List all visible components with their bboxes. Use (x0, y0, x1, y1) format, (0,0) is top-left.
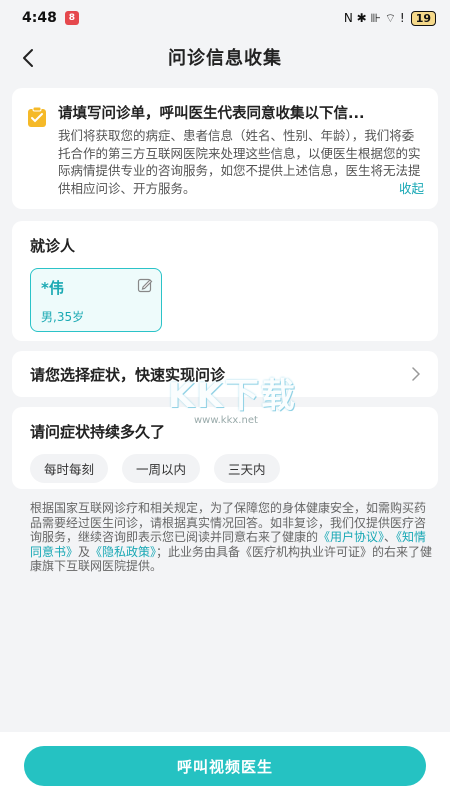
battery-indicator: 19 (410, 10, 436, 26)
notification-badge: 8 (64, 11, 79, 25)
duration-section: 请问症状持续多久了 每时每刻 一周以内 三天内 (12, 407, 438, 489)
symptom-label: 请您选择症状，快速实现问诊 (30, 365, 226, 384)
duration-option[interactable]: 一周以内 (122, 454, 201, 483)
patient-meta: 男,35岁 (41, 310, 85, 324)
notice-body: 我们将获取您的病症、患者信息（姓名、性别、年龄），我们将委托合作的第三方互联网医… (58, 127, 424, 197)
legal-separator: 及 (78, 544, 91, 559)
legal-notice: 根据国家互联网诊疗和相关规定，为了保障您的身体健康安全，如需购买药品需要经过医生… (30, 501, 436, 574)
navbar: 问诊信息收集 (0, 36, 450, 78)
duration-option[interactable]: 三天内 (214, 454, 280, 483)
duration-title: 请问症状持续多久了 (30, 423, 166, 441)
symptom-selector-row[interactable]: 请您选择症状，快速实现问诊 (12, 351, 438, 397)
notice-body-text: 我们将获取您的病症、患者信息（姓名、性别、年龄），我们将委托合作的第三方互联网医… (58, 128, 421, 196)
duration-options: 每时每刻 一周以内 三天内 (30, 454, 420, 483)
back-button[interactable] (14, 44, 42, 72)
patient-section-title: 就诊人 (30, 237, 76, 255)
bottom-bar: 呼叫视频医生 (0, 732, 450, 800)
clipboard-icon (28, 106, 46, 127)
chevron-left-icon (23, 49, 33, 67)
duration-option[interactable]: 每时每刻 (30, 454, 109, 483)
page-title: 问诊信息收集 (168, 48, 282, 69)
patient-section: 就诊人 *伟 男,35岁 (12, 221, 438, 341)
edit-icon[interactable] (137, 277, 153, 293)
privacy-policy-link[interactable]: 《隐私政策》 (90, 545, 156, 559)
status-bar: 4:48 8 N ✱ ⊪ ⌔ ! 19 (0, 0, 450, 36)
user-agreement-link[interactable]: 《用户协议》 (318, 530, 384, 544)
status-left: 4:48 8 (22, 10, 79, 26)
collapse-link[interactable]: 收起 (399, 180, 424, 198)
notice-title: 请填写问诊单，呼叫医生代表同意收集以下信... (58, 106, 365, 122)
status-right: N ✱ ⊪ ⌔ ! 19 (343, 10, 436, 26)
legal-separator: 、 (384, 530, 397, 544)
chevron-right-icon (412, 367, 420, 381)
patient-chip[interactable]: *伟 男,35岁 (30, 268, 162, 332)
patient-name: *伟 (41, 279, 64, 297)
call-video-doctor-button[interactable]: 呼叫视频医生 (24, 746, 426, 786)
consent-notice-card: 请填写问诊单，呼叫医生代表同意收集以下信... 我们将获取您的病症、患者信息（姓… (12, 88, 438, 209)
status-icons: N ✱ ⊪ ⌔ ! (343, 10, 405, 25)
status-time: 4:48 (22, 10, 57, 26)
